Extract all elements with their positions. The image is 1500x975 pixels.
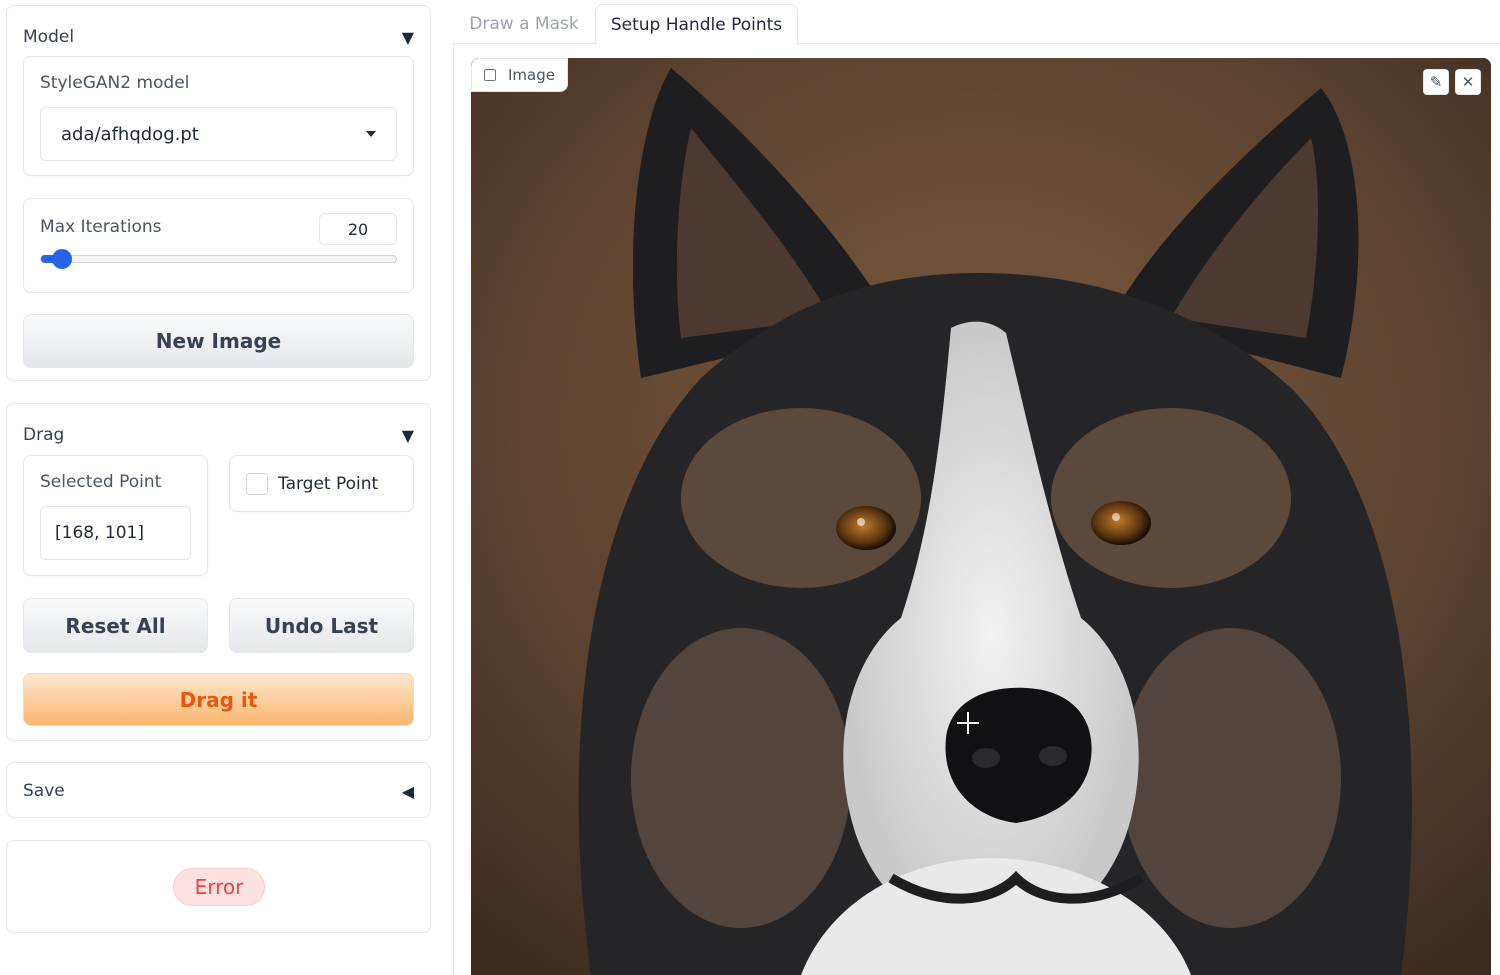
image-label-badge: Image	[471, 58, 568, 92]
stylegan-model-label: StyleGAN2 model	[40, 73, 190, 93]
error-badge: Error	[173, 868, 265, 906]
max-iterations-slider[interactable]	[40, 249, 397, 269]
model-panel-title: Model	[23, 27, 75, 47]
selected-point-field[interactable]: [168, 101]	[40, 506, 191, 560]
model-dropdown-value: ada/afhqdog.pt	[61, 123, 199, 145]
drag-panel-title: Drag	[23, 425, 65, 445]
image-icon	[484, 69, 496, 81]
selected-point-label: Selected Point	[40, 472, 162, 492]
close-icon[interactable]: ✕	[1455, 69, 1481, 95]
tab-bar: Draw a Mask Setup Handle Points	[453, 0, 1500, 45]
tab-content: Image ✎ ✕	[453, 44, 1500, 975]
dog-photo[interactable]	[471, 58, 1491, 975]
save-panel-header[interactable]: Save ◀	[23, 778, 414, 804]
chevron-down-icon	[366, 131, 376, 137]
model-panel-header[interactable]: Model ▼	[23, 24, 414, 50]
target-point-block[interactable]: Target Point	[229, 455, 414, 512]
image-canvas[interactable]: Image ✎ ✕	[471, 58, 1491, 975]
undo-last-button[interactable]: Undo Last	[229, 598, 414, 653]
target-point-checkbox[interactable]	[246, 472, 268, 495]
model-dropdown[interactable]: ada/afhqdog.pt	[40, 107, 397, 161]
model-panel: Model ▼ StyleGAN2 model ada/afhqdog.pt M…	[6, 5, 431, 381]
drag-it-button[interactable]: Drag it	[23, 673, 414, 726]
save-panel-title: Save	[23, 781, 65, 801]
edit-icon[interactable]: ✎	[1423, 69, 1449, 95]
slider-thumb[interactable]	[52, 249, 73, 269]
reset-all-button[interactable]: Reset All	[23, 598, 208, 653]
max-iterations-input[interactable]: 20	[319, 213, 397, 245]
save-panel[interactable]: Save ◀	[6, 762, 431, 818]
tab-setup-handle-points[interactable]: Setup Handle Points	[595, 4, 798, 45]
stylegan-model-block: StyleGAN2 model ada/afhqdog.pt	[23, 56, 414, 176]
max-iterations-block: Max Iterations 20	[23, 198, 414, 293]
selected-point-block: Selected Point [168, 101]	[23, 455, 208, 576]
sidebar: Model ▼ StyleGAN2 model ada/afhqdog.pt M…	[0, 0, 438, 975]
collapse-down-icon[interactable]: ▼	[402, 426, 414, 445]
tab-draw-mask[interactable]: Draw a Mask	[453, 4, 595, 44]
collapse-left-icon[interactable]: ◀	[402, 782, 414, 801]
new-image-button[interactable]: New Image	[23, 314, 414, 368]
collapse-down-icon[interactable]: ▼	[402, 28, 414, 47]
max-iterations-label: Max Iterations	[40, 217, 162, 237]
drag-panel: Drag ▼ Selected Point [168, 101] Target …	[6, 403, 431, 741]
main-area: Draw a Mask Setup Handle Points Image ✎ …	[453, 0, 1500, 975]
status-panel: Error	[6, 840, 431, 933]
drag-panel-header[interactable]: Drag ▼	[23, 422, 414, 448]
target-point-label: Target Point	[278, 473, 379, 494]
image-label: Image	[508, 66, 555, 84]
